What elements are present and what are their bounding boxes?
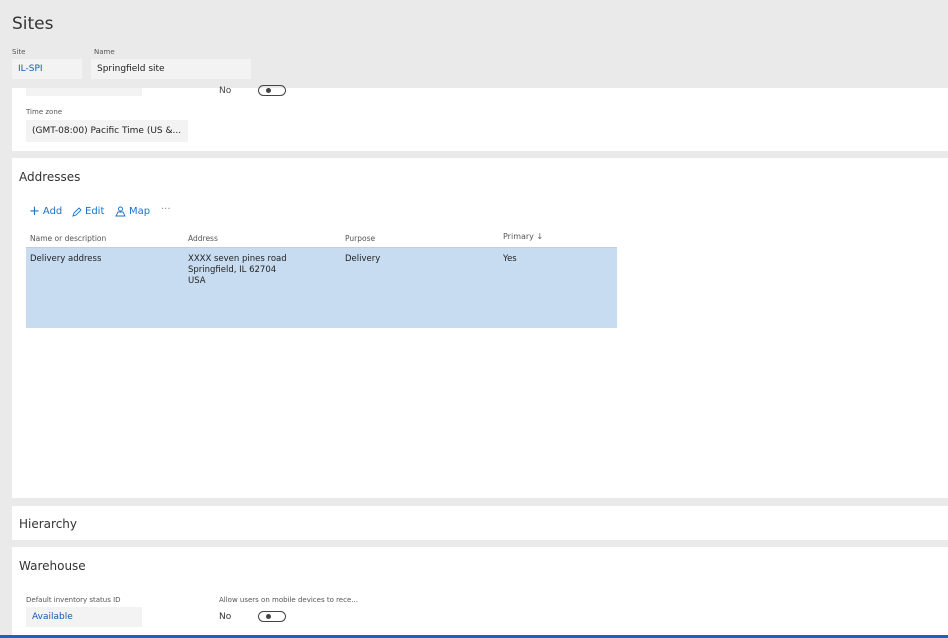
more-icon: ··· [161, 204, 171, 215]
address-line-3: USA [188, 276, 206, 286]
partial-toggle[interactable] [258, 85, 286, 96]
mobile-receive-toggle[interactable] [258, 611, 286, 622]
hierarchy-title: Hierarchy [19, 517, 78, 531]
plus-icon: + [29, 203, 40, 219]
cell-purpose: Delivery [345, 254, 381, 264]
mobile-receive-value: No [219, 612, 232, 622]
map-button-label: Map [129, 206, 151, 217]
inventory-status-field[interactable]: Available [26, 607, 142, 627]
timezone-field[interactable]: (GMT-08:00) Pacific Time (US &... [26, 120, 188, 142]
mobile-receive-label: Allow users on mobile devices to rece... [219, 596, 358, 604]
cell-name: Delivery address [30, 254, 102, 264]
addresses-title: Addresses [19, 170, 81, 184]
timezone-label: Time zone [26, 108, 63, 116]
more-options-button[interactable]: ··· [161, 204, 171, 215]
cell-address: XXXX seven pines road Springfield, IL 62… [188, 254, 287, 287]
addresses-section: Addresses + Add Edit Map ··· Name or des… [12, 158, 948, 498]
table-row[interactable]: Delivery address XXXX seven pines road S… [26, 248, 617, 328]
general-section: No Time zone (GMT-08:00) Pacific Time (U… [12, 85, 948, 151]
toggle-knob [266, 614, 271, 619]
partial-toggle-value: No [219, 86, 232, 96]
toggle-knob [266, 88, 271, 93]
add-button[interactable]: + Add [29, 203, 63, 219]
page-title: Sites [12, 14, 54, 34]
site-label: Site [12, 48, 26, 56]
warehouse-title: Warehouse [19, 559, 86, 573]
inventory-status-label: Default inventory status ID [26, 596, 121, 604]
site-field[interactable]: IL-SPI [12, 59, 82, 79]
column-header-name[interactable]: Name or description [30, 234, 106, 243]
column-header-address[interactable]: Address [188, 234, 218, 243]
address-line-1: XXXX seven pines road [188, 254, 287, 264]
name-field[interactable]: Springfield site [91, 59, 251, 79]
column-header-primary[interactable]: Primary ↓ [503, 232, 543, 241]
edit-button[interactable]: Edit [72, 206, 104, 217]
column-header-purpose[interactable]: Purpose [345, 234, 375, 243]
address-line-2: Springfield, IL 62704 [188, 265, 277, 275]
warehouse-section: Warehouse Default inventory status ID Av… [12, 547, 948, 635]
add-button-label: Add [42, 206, 63, 217]
cell-primary: Yes [503, 254, 517, 264]
edit-button-label: Edit [85, 206, 105, 217]
name-label: Name [94, 48, 115, 56]
map-pin-icon [115, 206, 126, 217]
hierarchy-section[interactable]: Hierarchy [12, 506, 948, 540]
map-button[interactable]: Map [115, 206, 150, 217]
partial-field[interactable] [26, 88, 142, 96]
pencil-icon [72, 206, 82, 217]
